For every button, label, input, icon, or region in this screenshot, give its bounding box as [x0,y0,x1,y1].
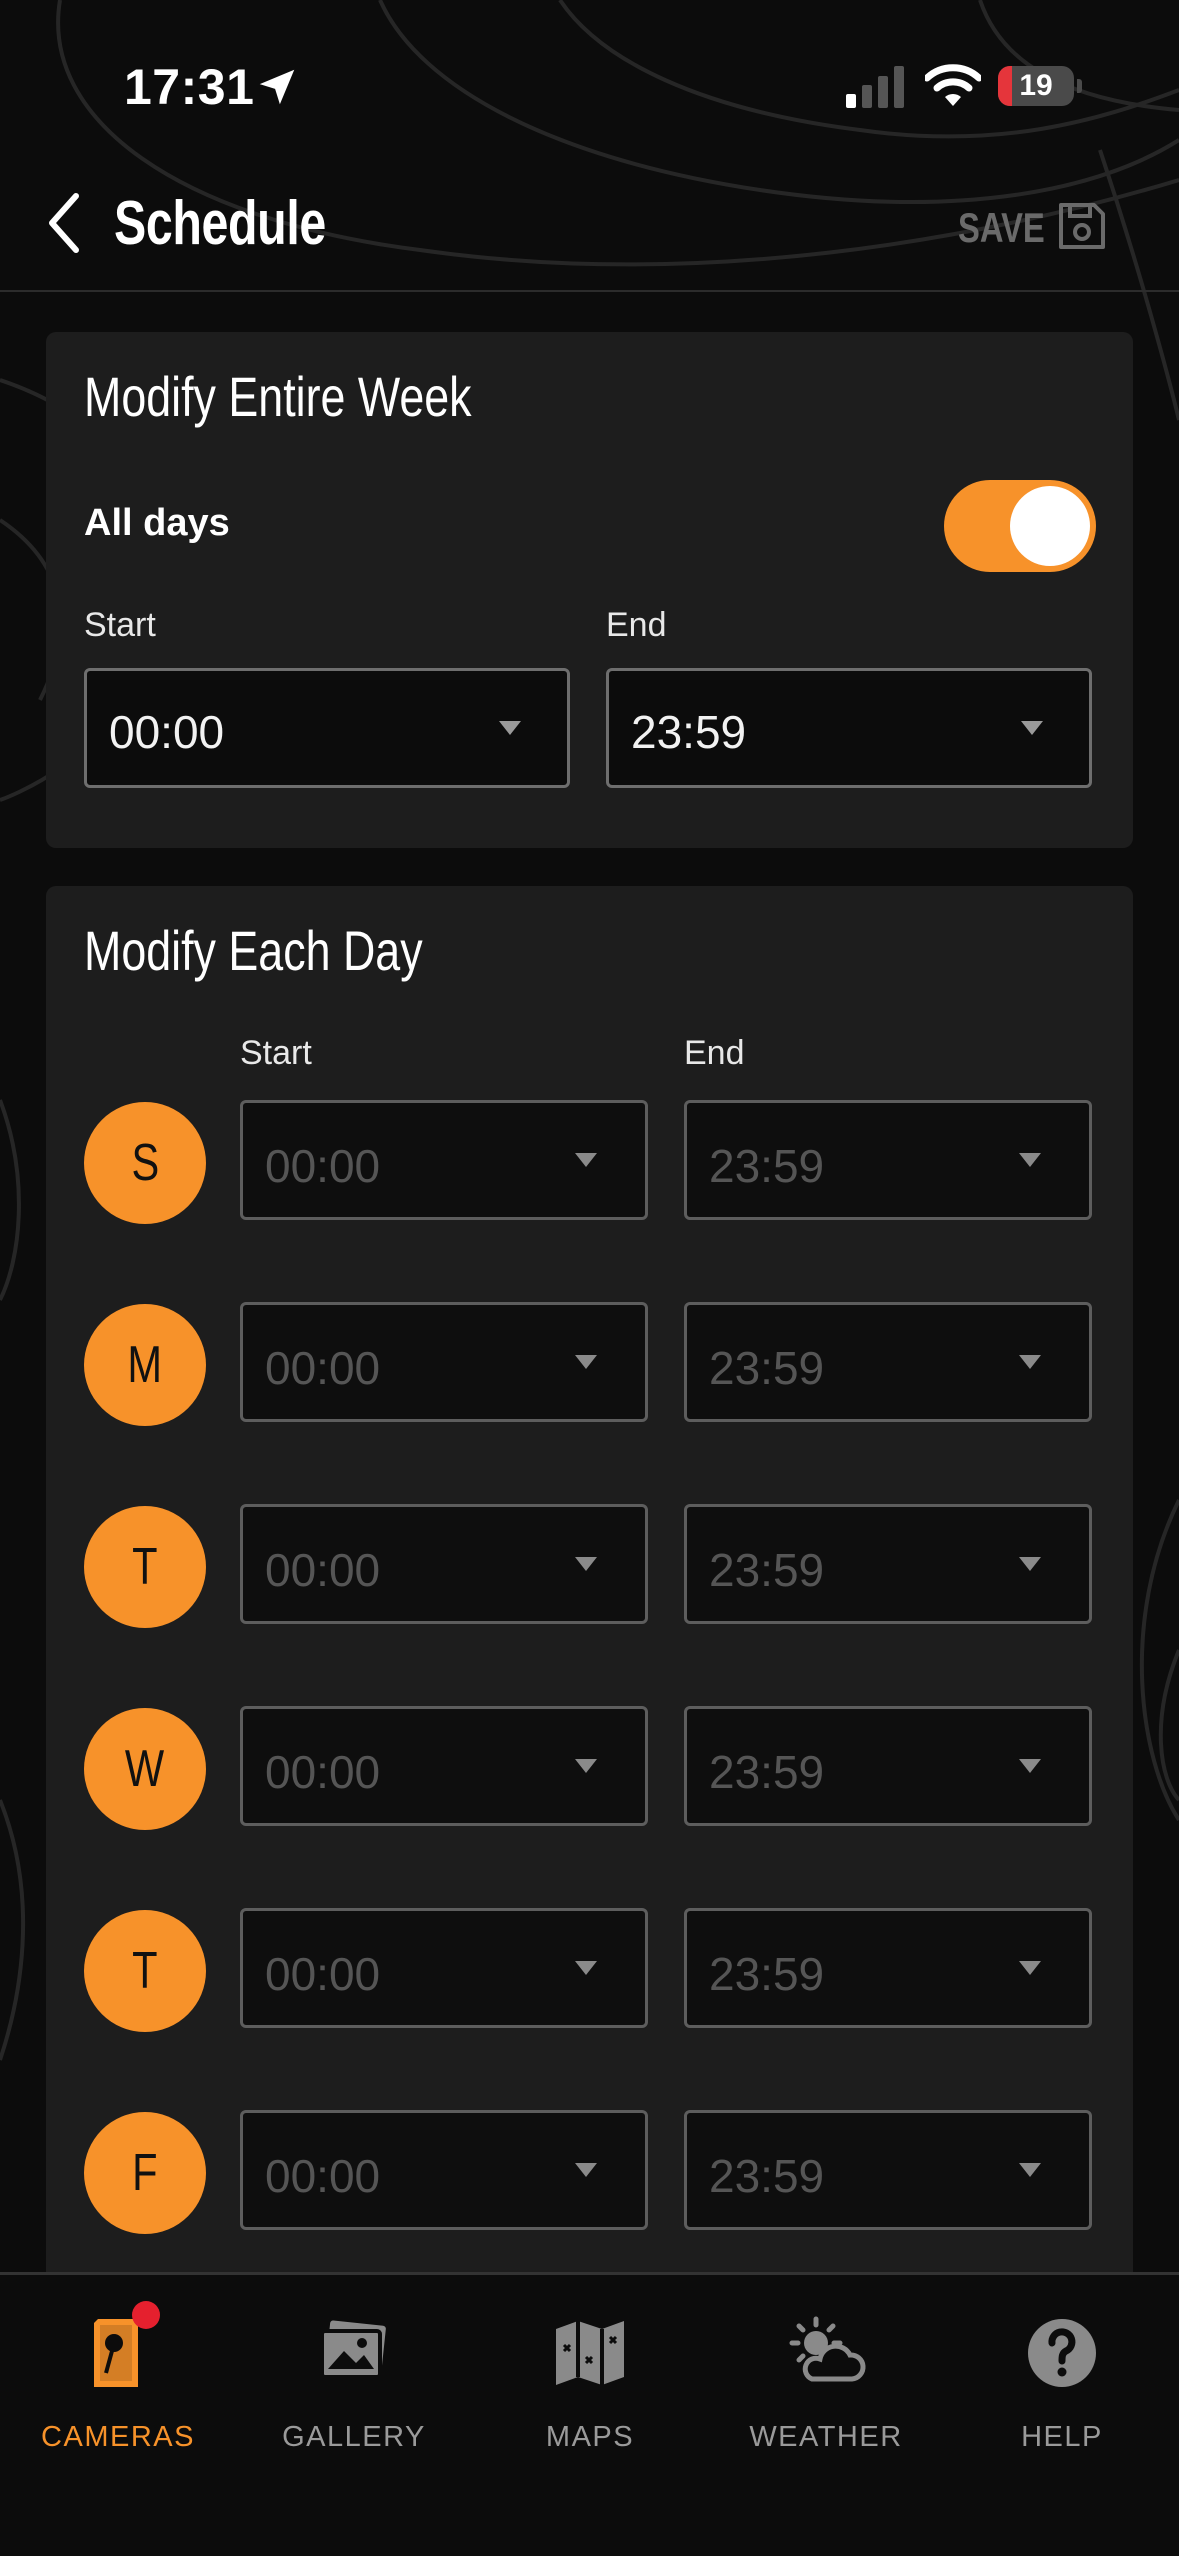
battery-level-text: 19 [1019,69,1053,102]
day-end-select[interactable]: 23:59 [684,1504,1092,1624]
status-time: 17:31 [124,59,255,115]
tab-label: MAPS [545,2421,635,2453]
day-start-value: 00:00 [265,1746,381,1798]
tab-help[interactable]: HELP [944,2275,1179,2475]
tab-label: WEATHER [749,2421,903,2453]
day-letter: S [131,1134,159,1192]
dropdown-caret-icon [1019,2163,1041,2177]
day-start-select[interactable]: 00:00 [240,1908,648,2028]
tab-label: HELP [1021,2421,1103,2453]
day-start-select[interactable]: 00:00 [240,1302,648,1422]
toggle-knob [1010,486,1090,566]
dropdown-caret-icon [1019,1355,1041,1369]
day-end-value: 23:59 [709,1544,825,1596]
battery-nub [1077,79,1082,93]
week-end-value: 23:59 [631,706,747,758]
day-toggle-friday[interactable]: F [84,2112,206,2234]
tab-label: GALLERY [282,2421,426,2453]
help-icon [1028,2319,1096,2387]
day-letter: F [132,2144,158,2202]
day-letter: M [127,1336,163,1394]
status-bar: 17:31 19 [0,0,1179,160]
day-letter: W [125,1740,165,1798]
dropdown-caret-icon [1019,1759,1041,1773]
day-toggle-sunday[interactable]: S [84,1102,206,1224]
battery-indicator: 19 [998,66,1074,106]
day-letter: T [132,1942,158,2000]
day-end-select[interactable]: 23:59 [684,2110,1092,2230]
week-start-value: 00:00 [109,706,225,758]
day-start-value: 00:00 [265,1140,381,1192]
day-start-select[interactable]: 00:00 [240,1504,648,1624]
tab-weather[interactable]: WEATHER [708,2275,944,2475]
day-letter: T [132,1538,158,1596]
day-start-value: 00:00 [265,1342,381,1394]
page-header: Schedule SAVE [0,160,1179,292]
back-chevron-icon[interactable] [42,190,92,256]
save-button[interactable]: SAVE [950,200,1110,256]
day-end-value: 23:59 [709,2150,825,2202]
map-icon [556,2321,624,2385]
tab-maps[interactable]: MAPS [472,2275,708,2475]
week-start-label: Start [84,606,156,644]
day-end-value: 23:59 [709,1948,825,2000]
tab-cameras[interactable]: CAMERAS [0,2275,236,2475]
dropdown-caret-icon [499,721,521,735]
save-label: SAVE [958,204,1045,251]
modify-each-day-title: Modify Each Day [84,919,423,982]
modify-each-day-card: Modify Each Day Start End S 00:00 23:59 … [46,886,1133,2286]
day-start-label: Start [240,1034,312,1072]
day-end-select[interactable]: 23:59 [684,1706,1092,1826]
tab-gallery[interactable]: GALLERY [236,2275,472,2475]
dropdown-caret-icon [575,1355,597,1369]
day-start-value: 00:00 [265,1544,381,1596]
dropdown-caret-icon [1019,1557,1041,1571]
modify-week-title: Modify Entire Week [84,365,472,428]
day-end-select[interactable]: 23:59 [684,1100,1092,1220]
dropdown-caret-icon [1019,1961,1041,1975]
week-end-select[interactable]: 23:59 [606,668,1092,788]
day-toggle-thursday[interactable]: T [84,1910,206,2032]
modify-week-card: Modify Entire Week All days Start End 00… [46,332,1133,848]
day-toggle-tuesday[interactable]: T [84,1506,206,1628]
bottom-tab-bar: CAMERAS GALLERY MAPS WEATHER HELP [0,2272,1179,2556]
dropdown-caret-icon [1021,721,1043,735]
page-title: Schedule [114,189,326,258]
day-end-select[interactable]: 23:59 [684,1302,1092,1422]
day-start-select[interactable]: 00:00 [240,2110,648,2230]
notification-badge [132,2301,160,2329]
day-end-value: 23:59 [709,1140,825,1192]
day-start-select[interactable]: 00:00 [240,1706,648,1826]
floppy-disk-icon [1059,203,1105,249]
dropdown-caret-icon [575,1759,597,1773]
all-days-label: All days [84,502,230,544]
day-start-value: 00:00 [265,1948,381,2000]
day-end-label: End [684,1034,745,1072]
tab-label: CAMERAS [41,2421,195,2453]
gallery-icon [320,2320,386,2379]
week-end-label: End [606,606,667,644]
day-end-value: 23:59 [709,1342,825,1394]
all-days-toggle[interactable] [944,480,1096,572]
day-toggle-wednesday[interactable]: W [84,1708,206,1830]
week-start-select[interactable]: 00:00 [84,668,570,788]
wifi-icon [925,64,981,106]
location-arrow-icon [259,69,295,105]
dropdown-caret-icon [575,1153,597,1167]
dropdown-caret-icon [575,1557,597,1571]
day-start-select[interactable]: 00:00 [240,1100,648,1220]
dropdown-caret-icon [1019,1153,1041,1167]
day-toggle-monday[interactable]: M [84,1304,206,1426]
day-end-value: 23:59 [709,1746,825,1798]
dropdown-caret-icon [575,2163,597,2177]
day-end-select[interactable]: 23:59 [684,1908,1092,2028]
dropdown-caret-icon [575,1961,597,1975]
day-start-value: 00:00 [265,2150,381,2202]
weather-icon [789,2316,866,2382]
cellular-signal-icon [846,66,904,108]
